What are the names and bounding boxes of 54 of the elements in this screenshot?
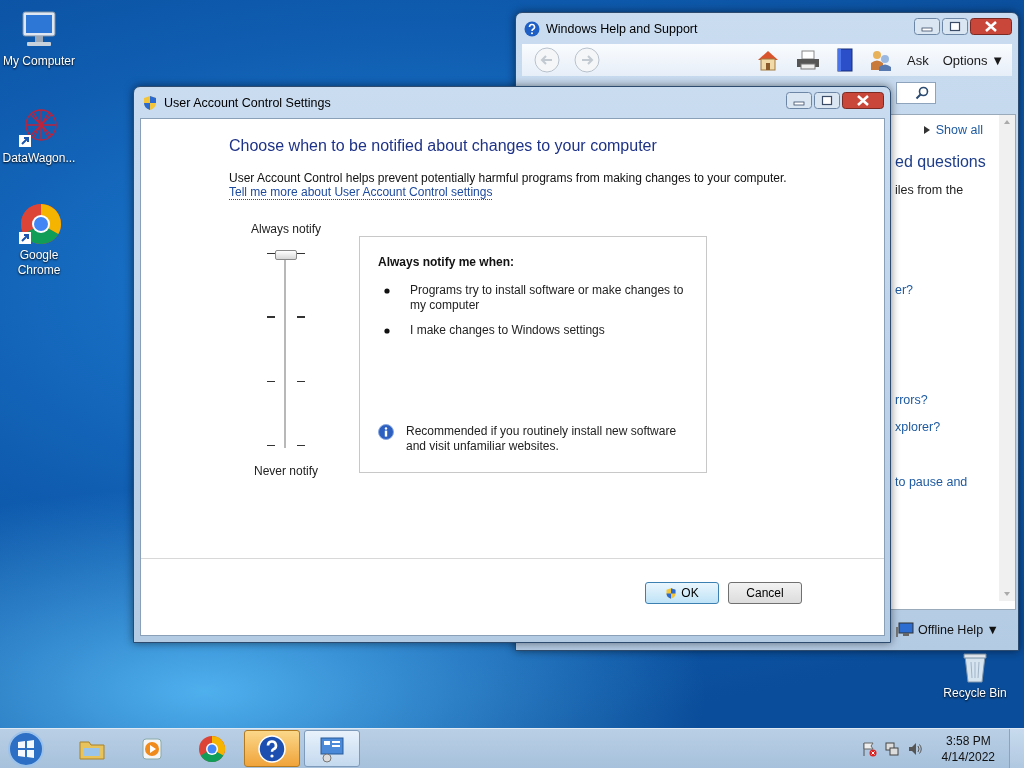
flag-icon[interactable] bbox=[860, 740, 877, 757]
ask-menu[interactable]: Ask bbox=[907, 52, 929, 68]
start-button-icon[interactable] bbox=[6, 729, 46, 768]
monitor-icon[interactable] bbox=[896, 622, 914, 638]
help-icon bbox=[524, 20, 540, 37]
close-icon[interactable] bbox=[842, 92, 884, 109]
bullet-icon bbox=[384, 328, 390, 334]
book-icon[interactable] bbox=[835, 48, 856, 72]
panel-title: Always notify me when: bbox=[378, 255, 516, 269]
description-text: User Account Control helps prevent potentially harmful programs from making changes to your computer. bbox=[229, 171, 788, 185]
search-field[interactable] bbox=[896, 82, 936, 104]
taskbar-button[interactable] bbox=[304, 730, 360, 767]
bullet-text: I make changes to Windows settings bbox=[410, 323, 605, 338]
desktop-icon-label[interactable]: Recycle Bin bbox=[943, 686, 1007, 701]
info-icon bbox=[378, 424, 394, 440]
clock-time[interactable]: 3:58 PM bbox=[945, 732, 991, 749]
help-icon bbox=[256, 732, 288, 765]
slider-label: Never notify bbox=[254, 464, 318, 478]
help-link[interactable]: rrors? bbox=[895, 393, 928, 407]
section-heading: ed questions bbox=[895, 153, 986, 171]
shield-icon bbox=[665, 586, 678, 600]
close-icon[interactable] bbox=[970, 18, 1012, 35]
ok-button[interactable]: OK bbox=[645, 582, 719, 604]
triangle-icon bbox=[923, 126, 930, 134]
help-link[interactable]: xplorer? bbox=[895, 420, 941, 434]
desktop-icon-label[interactable]: Google Chrome bbox=[0, 248, 78, 278]
maximize-icon[interactable] bbox=[942, 18, 968, 35]
desktop-icon-label[interactable]: My Computer bbox=[3, 54, 75, 69]
help-text: iles from the bbox=[895, 183, 964, 197]
recommendation-text: Recommended if you routinely install new software and visit unfamiliar websites. bbox=[406, 424, 678, 454]
help-link[interactable]: er? bbox=[895, 283, 914, 297]
maximize-icon[interactable] bbox=[814, 92, 840, 109]
search-icon[interactable] bbox=[915, 86, 929, 100]
offline-help-menu[interactable]: Offline Help ▼ bbox=[918, 623, 999, 637]
window-title: Windows Help and Support bbox=[546, 21, 699, 36]
people-icon[interactable] bbox=[869, 48, 894, 72]
options-menu[interactable]: Options ▼ bbox=[942, 52, 1004, 68]
cancel-button[interactable]: Cancel bbox=[728, 582, 802, 604]
show-all-link[interactable]: Show all bbox=[935, 123, 983, 137]
learn-more-link[interactable]: Tell me more about User Account Control settings bbox=[229, 185, 493, 200]
window-title: User Account Control Settings bbox=[164, 95, 332, 110]
printer-icon[interactable] bbox=[795, 49, 822, 71]
bullet-text: Programs try to install software or make changes to my computer bbox=[410, 283, 685, 313]
slider-thumb[interactable] bbox=[275, 250, 297, 260]
chrome-icon[interactable] bbox=[17, 202, 61, 246]
dialog-heading: Choose when to be notified about changes to your computer bbox=[229, 137, 658, 155]
shield-icon bbox=[142, 94, 158, 111]
bullet-icon bbox=[384, 288, 390, 294]
network-icon[interactable] bbox=[883, 740, 900, 757]
help-link[interactable]: to pause and bbox=[895, 475, 968, 489]
clock-date[interactable]: 4/14/2022 bbox=[941, 748, 995, 765]
taskbar-button[interactable] bbox=[244, 730, 300, 767]
slider-label: Always notify bbox=[251, 222, 321, 236]
desktop-icon-label[interactable]: DataWagon... bbox=[2, 151, 76, 166]
